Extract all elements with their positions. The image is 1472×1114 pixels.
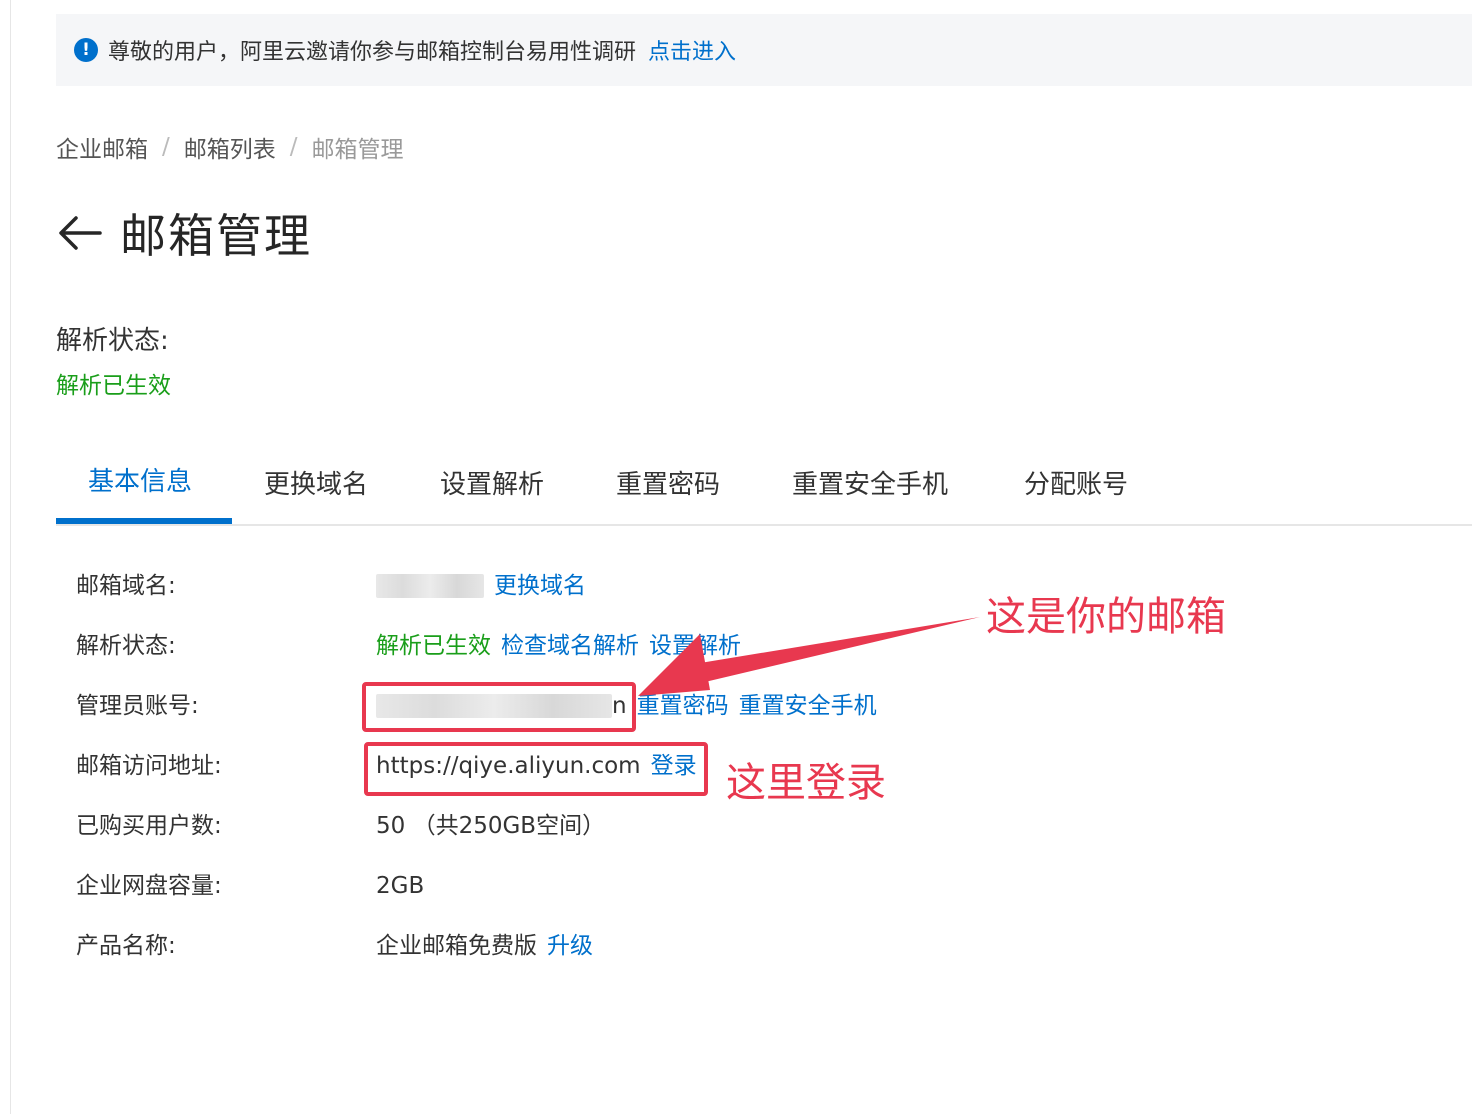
- notice-text: 尊敬的用户，阿里云邀请你参与邮箱控制台易用性调研: [108, 40, 637, 65]
- notice-enter-link[interactable]: 点击进入: [648, 34, 736, 66]
- active-tab-indicator: [56, 518, 232, 524]
- check-domain-resolve-link[interactable]: 检查域名解析: [501, 626, 639, 666]
- purchased-users-label: 已购买用户数:: [76, 813, 222, 839]
- breadcrumb-current: 邮箱管理: [311, 137, 404, 163]
- disk-capacity-label: 企业网盘容量:: [76, 873, 222, 899]
- upgrade-link[interactable]: 升级: [547, 926, 593, 966]
- breadcrumb-enterprise-mail[interactable]: 企业邮箱: [56, 130, 148, 164]
- info-row-disk: 企业网盘容量: 2GB: [76, 866, 1376, 906]
- redacted-domain: [376, 574, 484, 598]
- resolve-status-value: 解析已生效: [56, 373, 171, 399]
- purchased-users-value: 50 （共250GB空间）: [376, 813, 606, 839]
- back-arrow-icon[interactable]: [56, 213, 104, 253]
- tab-change-domain[interactable]: 更换域名: [264, 452, 368, 524]
- admin-account-highlight-box: [362, 682, 636, 732]
- page-left-border: [10, 0, 11, 1114]
- product-name-text: 企业邮箱免费版: [376, 933, 537, 959]
- tab-basic-info[interactable]: 基本信息: [88, 452, 192, 524]
- tab-reset-password[interactable]: 重置密码: [616, 452, 720, 524]
- resolve-status-text: 解析已生效: [376, 633, 491, 659]
- survey-notice-bar: ! 尊敬的用户，阿里云邀请你参与邮箱控制台易用性调研 点击进入: [56, 14, 1472, 86]
- page-header: 邮箱管理: [56, 200, 312, 266]
- tab-assign-account[interactable]: 分配账号: [1024, 452, 1128, 524]
- info-row-product: 产品名称: 企业邮箱免费版 升级: [76, 926, 1376, 966]
- reset-security-phone-link[interactable]: 重置安全手机: [739, 686, 877, 726]
- domain-value: 更换域名: [376, 566, 586, 606]
- change-domain-link[interactable]: 更换域名: [494, 566, 586, 606]
- admin-account-label: 管理员账号:: [76, 693, 199, 719]
- tab-setup-resolve[interactable]: 设置解析: [440, 452, 544, 524]
- resolve-value: 解析已生效 检查域名解析 设置解析: [376, 626, 741, 666]
- product-name-label: 产品名称:: [76, 933, 176, 959]
- info-icon: !: [74, 38, 98, 62]
- breadcrumb-mailbox-list[interactable]: 邮箱列表: [184, 130, 276, 164]
- product-name-value: 企业邮箱免费版 升级: [376, 926, 593, 966]
- access-address-label: 邮箱访问地址:: [76, 753, 222, 779]
- breadcrumb-separator: /: [162, 134, 170, 160]
- disk-capacity-value: 2GB: [376, 873, 425, 899]
- info-row-users: 已购买用户数: 50 （共250GB空间）: [76, 806, 1376, 846]
- tab-bar: 基本信息 更换域名 设置解析 重置密码 重置安全手机 分配账号: [56, 452, 1472, 526]
- resolve-label: 解析状态:: [76, 633, 176, 659]
- login-annotation-text: 这里登录: [726, 760, 886, 806]
- tab-reset-security-phone[interactable]: 重置安全手机: [792, 452, 948, 524]
- page-title: 邮箱管理: [120, 209, 312, 263]
- breadcrumb: 企业邮箱 / 邮箱列表 / 邮箱管理: [56, 130, 404, 164]
- access-address-highlight-box: [364, 742, 708, 796]
- setup-resolve-link[interactable]: 设置解析: [649, 626, 741, 666]
- breadcrumb-separator: /: [289, 134, 298, 160]
- email-annotation-text: 这是你的邮箱: [986, 594, 1226, 640]
- info-row-admin: 管理员账号: n 重置密码 重置安全手机: [76, 686, 1376, 726]
- domain-label: 邮箱域名:: [76, 573, 176, 599]
- reset-password-link[interactable]: 重置密码: [637, 686, 729, 726]
- resolve-status-label: 解析状态:: [56, 326, 169, 356]
